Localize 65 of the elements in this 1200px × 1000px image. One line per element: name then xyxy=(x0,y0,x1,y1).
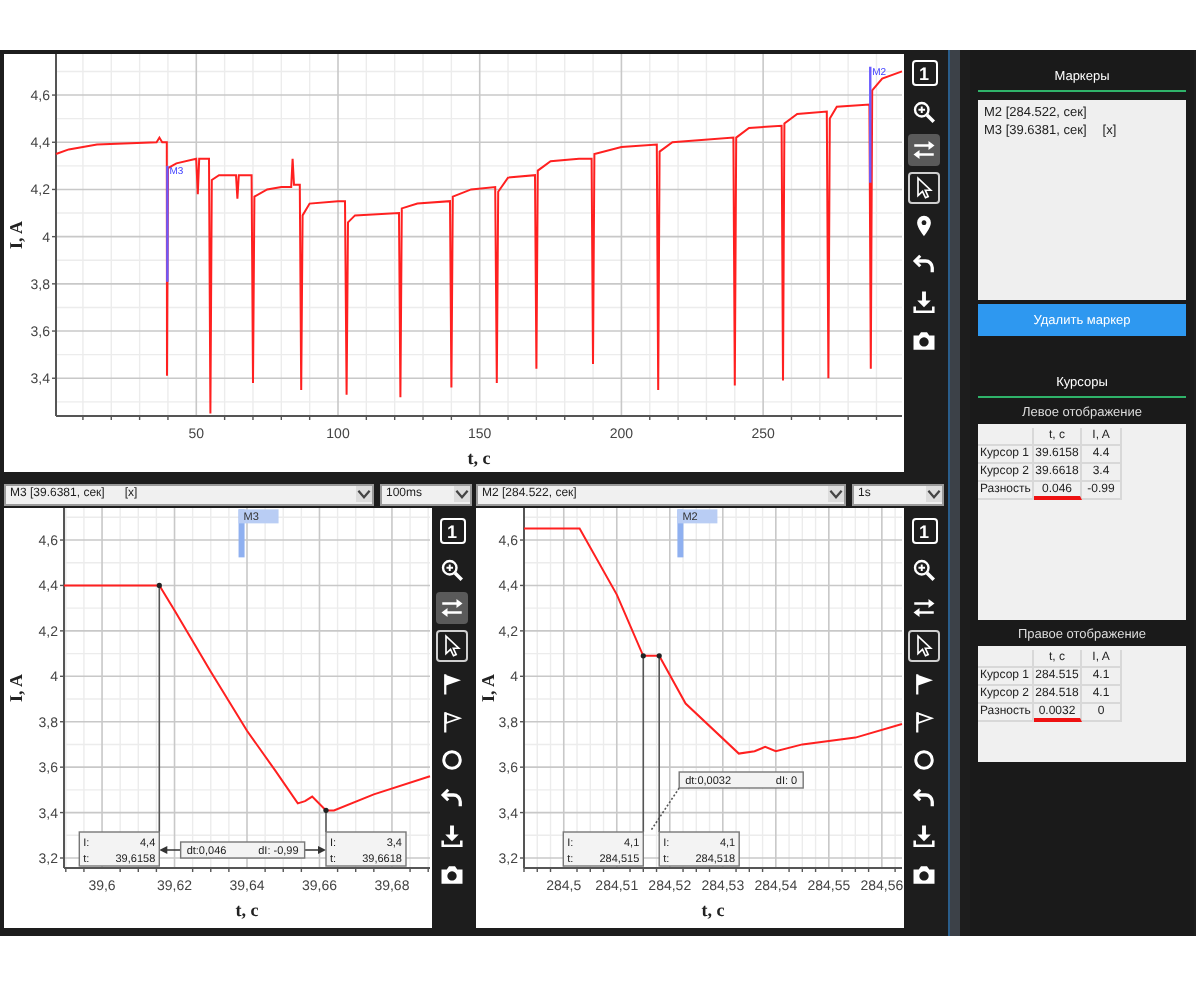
undo-arrow-icon xyxy=(440,786,464,810)
download-button[interactable] xyxy=(908,286,940,318)
undo-arrow-icon xyxy=(912,786,936,810)
x-axis-title: t, c xyxy=(701,900,725,920)
swap-arrows-icon xyxy=(440,596,464,620)
pointer-button[interactable] xyxy=(908,172,940,204)
zoom-button[interactable] xyxy=(908,554,940,586)
download-icon xyxy=(912,290,936,314)
zoom-in-icon xyxy=(440,558,464,582)
y-axis-title: I, A xyxy=(6,221,26,249)
x-axis-title: t, c xyxy=(467,448,491,468)
pointer-button[interactable] xyxy=(436,630,468,662)
leader-line xyxy=(650,787,680,831)
download-button[interactable] xyxy=(908,820,940,852)
cursor-line[interactable] xyxy=(158,584,161,833)
x-axis-title: t, c xyxy=(235,900,259,920)
cursor-arrow-icon xyxy=(912,176,936,200)
single-view-button[interactable]: 1 xyxy=(439,518,465,544)
cursor-line[interactable] xyxy=(642,655,645,833)
single-view-button[interactable]: 1 xyxy=(911,518,937,544)
cursor-point xyxy=(323,807,329,813)
cursor-point xyxy=(640,653,646,659)
y-axis-title: I, A xyxy=(478,674,498,702)
cursor-point xyxy=(156,582,162,589)
y-axis-title: I, A xyxy=(6,674,26,702)
swap-button[interactable] xyxy=(436,592,468,624)
swap-button[interactable] xyxy=(908,134,940,166)
camera-icon xyxy=(440,862,464,886)
pointer-button[interactable] xyxy=(908,630,940,662)
location-pin-icon xyxy=(912,214,936,238)
flag-icon xyxy=(440,672,464,696)
circle-icon xyxy=(912,748,936,772)
corner-cell xyxy=(978,650,1034,668)
cursor-point xyxy=(656,653,662,659)
circle-icon xyxy=(440,748,464,772)
cursor-line[interactable] xyxy=(325,809,327,833)
swap-arrows-icon xyxy=(912,596,936,620)
corner-cell xyxy=(978,428,1034,446)
cursor-arrow-icon xyxy=(912,634,936,658)
flag-icon xyxy=(912,672,936,696)
zoom-button[interactable] xyxy=(908,96,940,128)
camera-icon xyxy=(912,328,936,352)
chevron-icon xyxy=(828,486,844,502)
zoom-button[interactable] xyxy=(436,554,468,586)
zoom-in-icon xyxy=(912,558,936,582)
marker-line xyxy=(869,66,872,183)
chevron-icon xyxy=(454,486,470,502)
marker-flag[interactable] xyxy=(677,509,718,558)
download-button[interactable] xyxy=(436,820,468,852)
circle-button[interactable] xyxy=(908,744,940,776)
download-icon xyxy=(440,824,464,848)
flag-outline-icon xyxy=(912,710,936,734)
zoom-in-icon xyxy=(912,100,936,124)
marker-flag[interactable] xyxy=(238,509,279,558)
undo-arrow-icon xyxy=(912,252,936,276)
marker-line xyxy=(166,165,169,282)
chevron-icon xyxy=(926,486,942,502)
flag-outline-icon xyxy=(440,710,464,734)
single-view-button[interactable]: 1 xyxy=(911,60,937,86)
circle-button[interactable] xyxy=(436,744,468,776)
cursor-arrow-icon xyxy=(440,634,464,658)
swap-arrows-icon xyxy=(912,138,936,162)
chevron-icon xyxy=(356,486,372,502)
download-icon xyxy=(912,824,936,848)
camera-icon xyxy=(912,862,936,886)
